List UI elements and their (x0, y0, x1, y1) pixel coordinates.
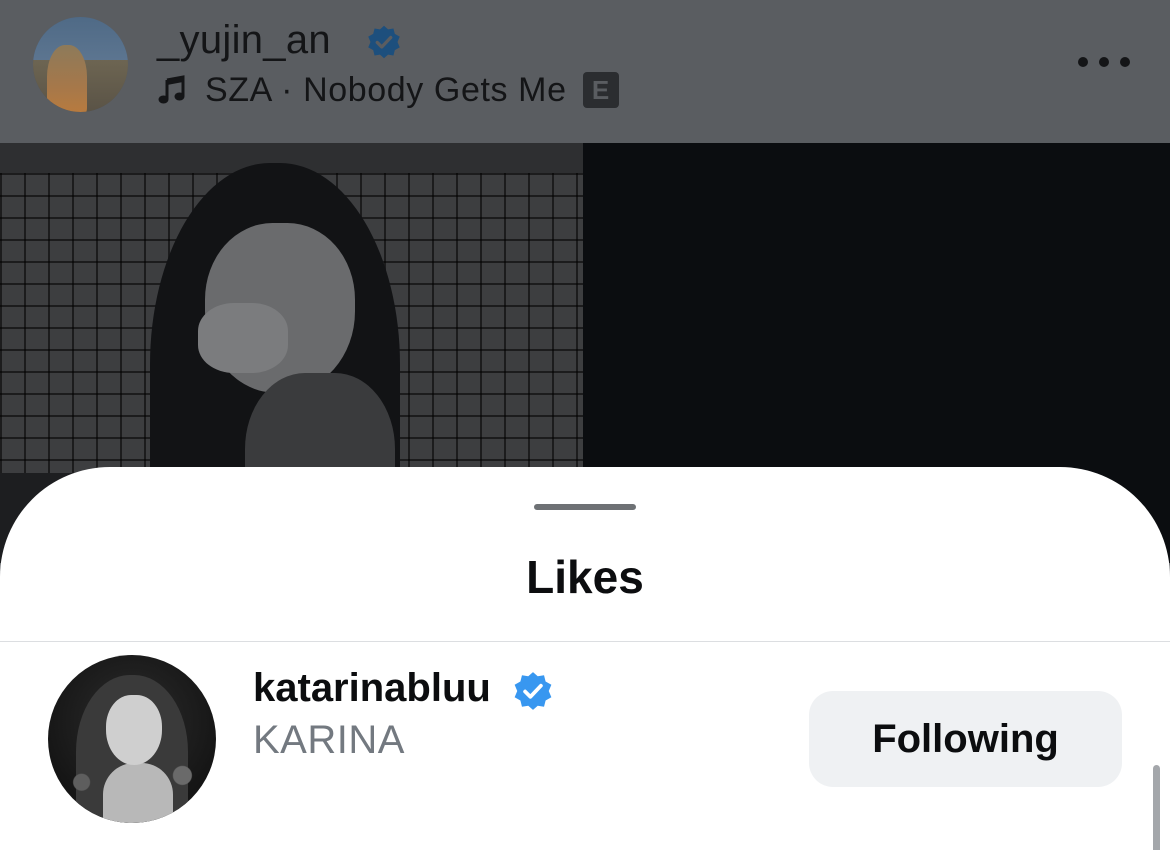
verified-badge-icon (514, 672, 552, 710)
verified-badge-icon (368, 25, 400, 59)
avatar[interactable] (48, 655, 216, 823)
post-author-avatar[interactable] (33, 17, 128, 112)
more-options-icon[interactable] (1078, 48, 1130, 76)
scrollbar[interactable] (1153, 765, 1160, 850)
post-header: _yujin_an SZA · Nobody Gets Me E (0, 0, 1170, 143)
sheet-grabber-handle[interactable] (534, 504, 636, 510)
sheet-title: Likes (526, 551, 644, 603)
liker-full-name: KARINA (253, 718, 405, 762)
following-button[interactable]: Following (809, 691, 1122, 787)
music-track-label: SZA · Nobody Gets Me (205, 70, 567, 109)
explicit-badge: E (582, 72, 619, 108)
list-item[interactable]: katarinabluu KARINA Following (0, 652, 1170, 832)
liker-username[interactable]: katarinabluu (253, 664, 491, 712)
post-author-username[interactable]: _yujin_an (157, 16, 331, 64)
music-note-icon (158, 75, 185, 104)
likes-sheet: Likes katarinabluu KARINA Following (0, 467, 1170, 850)
music-row[interactable]: SZA · Nobody Gets Me E (157, 68, 619, 112)
divider (0, 641, 1170, 642)
screen: _yujin_an SZA · Nobody Gets Me E Likes k… (0, 0, 1170, 850)
